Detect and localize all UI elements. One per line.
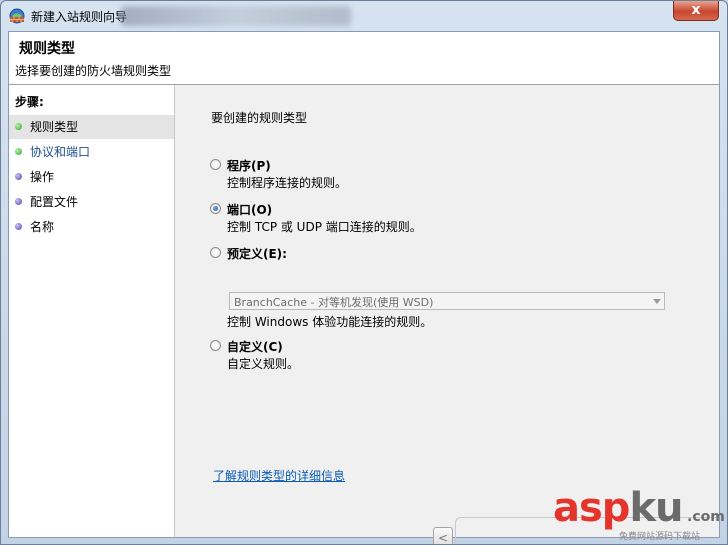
page-title: 规则类型 — [19, 41, 75, 57]
client-area: 规则类型 选择要创建的防火墙规则类型 步骤: 规则类型 协议和端口 操作 配置文… — [8, 31, 720, 544]
option-custom-desc: 自定义规则。 — [227, 357, 300, 371]
step-pending-icon — [15, 173, 22, 180]
watermark-dotcom: .com — [687, 509, 725, 525]
step-rule-type[interactable]: 规则类型 — [9, 115, 174, 139]
radio-predefined[interactable] — [210, 247, 221, 258]
firewall-icon — [9, 8, 25, 24]
watermark-subtitle: 免费网站源码下载站 — [619, 532, 701, 542]
step-name[interactable]: 名称 — [9, 215, 174, 239]
steps-title: 步骤: — [15, 95, 44, 109]
step-pending-icon — [15, 198, 22, 205]
title-bar[interactable]: 新建入站规则向导 x — [1, 1, 727, 31]
rule-type-prompt: 要创建的规则类型 — [211, 111, 308, 125]
step-label: 协议和端口 — [30, 145, 91, 159]
wizard-window: 新建入站规则向导 x 规则类型 选择要创建的防火墙规则类型 步骤: 规则类型 协… — [0, 0, 728, 545]
predefined-select-value: BranchCache - 对等机发现(使用 WSD) — [234, 296, 434, 309]
option-program-desc: 控制程序连接的规则。 — [227, 176, 348, 190]
watermark-logo-a: asp — [553, 485, 630, 531]
option-predefined-title[interactable]: 预定义(E): — [227, 245, 287, 262]
help-link[interactable]: 了解规则类型的详细信息 — [213, 467, 345, 484]
steps-panel: 步骤: 规则类型 协议和端口 操作 配置文件 名称 — [9, 85, 175, 537]
chevron-down-icon — [653, 299, 661, 304]
step-protocol-port[interactable]: 协议和端口 — [9, 140, 174, 164]
back-button[interactable]: < — [433, 527, 453, 544]
radio-program[interactable] — [210, 159, 221, 170]
step-label: 配置文件 — [30, 195, 79, 209]
radio-custom[interactable] — [210, 340, 221, 351]
title-redaction — [121, 6, 351, 26]
option-port-title[interactable]: 端口(O) — [227, 201, 272, 218]
window-title: 新建入站规则向导 — [31, 10, 128, 24]
step-profile[interactable]: 配置文件 — [9, 190, 174, 214]
predefined-select[interactable]: BranchCache - 对等机发现(使用 WSD) — [229, 292, 665, 310]
radio-port[interactable] — [210, 203, 221, 214]
step-pending-icon — [15, 223, 22, 230]
watermark-logo: aspku — [553, 485, 684, 531]
step-label: 规则类型 — [30, 120, 79, 134]
step-complete-icon — [15, 148, 22, 155]
option-custom-title[interactable]: 自定义(C) — [227, 338, 283, 355]
step-complete-icon — [15, 123, 22, 130]
step-action[interactable]: 操作 — [9, 165, 174, 189]
wizard-header: 规则类型 选择要创建的防火墙规则类型 — [9, 32, 719, 85]
option-port-desc: 控制 TCP 或 UDP 端口连接的规则。 — [227, 220, 422, 234]
option-predefined-desc: 控制 Windows 体验功能连接的规则。 — [227, 315, 433, 329]
option-program-title[interactable]: 程序(P) — [227, 157, 271, 174]
main-panel: 要创建的规则类型 程序(P) 控制程序连接的规则。 端口(O) 控制 TCP 或… — [177, 85, 719, 544]
page-subtitle: 选择要创建的防火墙规则类型 — [15, 64, 172, 78]
watermark-logo-b: ku — [629, 485, 683, 531]
step-label: 操作 — [30, 170, 55, 184]
close-button[interactable]: x — [673, 1, 719, 21]
step-label: 名称 — [30, 220, 55, 234]
